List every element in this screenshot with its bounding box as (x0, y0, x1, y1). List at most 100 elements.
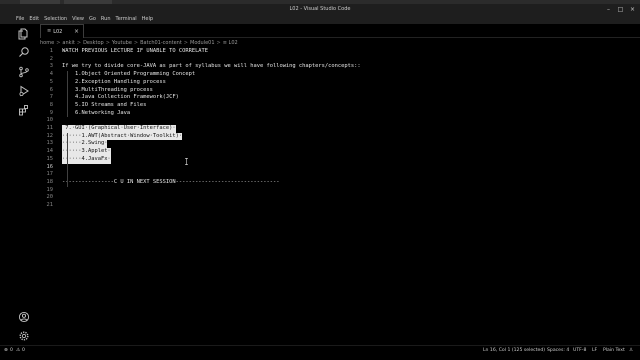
files-icon[interactable] (18, 28, 30, 40)
code-line[interactable]: 15 ······4.JavaFx· (40, 155, 640, 164)
window-title: L02 - Visual Studio Code (289, 6, 351, 12)
editor-area: ≡ L02 × home > ankit > Desktop > Youtube… (40, 24, 640, 345)
line-text: 2.Exception Handling process (62, 78, 166, 85)
line-number: 7 (49, 94, 53, 101)
line-number: 10 (46, 117, 54, 124)
breadcrumb-item[interactable]: Module01 (190, 39, 215, 47)
line-text: 1.Object Oriented Programming Concept (62, 71, 196, 78)
line-number: 11 (46, 125, 54, 131)
line-number: 1 (49, 48, 53, 54)
breadcrumb-item[interactable]: Desktop (83, 39, 104, 47)
line-text: 6.Networking Java (62, 109, 131, 116)
code-line[interactable]: 11 7.·GUI·(Graphical·User·Interface)· (40, 125, 640, 133)
line-number: 13 (46, 140, 54, 147)
breadcrumb-item[interactable]: Youtube (112, 39, 132, 47)
menu-edit[interactable]: Edit (29, 15, 39, 24)
activity-bar (0, 24, 40, 345)
breadcrumb-separator: > (76, 40, 82, 46)
minimize-icon[interactable]: – (605, 6, 612, 13)
line-text: WATCH PREVIOUS LECTURE IF UNABLE TO CORR… (62, 48, 209, 54)
line-text: ······3.Applet· (62, 148, 111, 156)
line-number: 2 (49, 55, 53, 62)
code-line[interactable]: 3 If we try to divide core-JAVA as part o… (40, 63, 640, 71)
line-number: 6 (49, 86, 53, 93)
close-window-icon[interactable]: × (629, 6, 636, 13)
code-line[interactable]: 2 (40, 56, 640, 64)
code-line[interactable]: 16 (40, 164, 640, 172)
status-bar: ⊗ 0 ⚠ 0 Ln 16, Col 1 (125 selected) Spac… (0, 345, 640, 354)
code-line[interactable]: 9 6.Networking Java (40, 110, 640, 118)
line-text: 7.·GUI·(Graphical·User·Interface)· (62, 125, 176, 133)
os-bottom-strip (0, 354, 640, 360)
indent-guide (66, 132, 68, 187)
title-bar: L02 - Visual Studio Code – □ × (0, 4, 640, 15)
account-icon[interactable] (18, 311, 30, 323)
code-line[interactable]: 17 (40, 171, 640, 179)
tab-label: L02 (53, 28, 63, 35)
tab-l02[interactable]: ≡ L02 × (40, 24, 84, 38)
line-number: 12 (46, 132, 54, 139)
menu-selection[interactable]: Selection (44, 15, 67, 24)
code-line[interactable]: 7 4.Java Collection Framework(JCF) (40, 94, 640, 102)
code-line[interactable]: 21 (40, 202, 640, 210)
extensions-icon[interactable] (18, 104, 30, 116)
line-text: 5.IO Streams and Files (62, 101, 147, 108)
editor-tabs: ≡ L02 × (40, 24, 640, 38)
line-text: ······4.JavaFx· (62, 155, 111, 164)
menu-terminal[interactable]: Terminal (116, 15, 137, 24)
breadcrumb-item[interactable]: ≡ L02 (223, 39, 238, 47)
settings-gear-icon[interactable] (18, 330, 30, 342)
code-line[interactable]: 18 ----------------C U IN NEXT SESSION---… (40, 179, 640, 187)
line-text: If we try to divide core-JAVA as part of… (62, 63, 361, 70)
text-cursor-icon (185, 158, 188, 165)
menu-run[interactable]: Run (101, 15, 111, 24)
line-number: 17 (46, 171, 54, 178)
breadcrumb-item[interactable]: home (40, 39, 54, 47)
line-number: 15 (46, 155, 54, 162)
code-line[interactable]: 4 1.Object Oriented Programming Concept (40, 71, 640, 79)
line-text: ······1.AWT(Abstract·Window·Toolkit)· (62, 132, 183, 141)
text-file-icon: ≡ (47, 28, 52, 34)
code-line[interactable]: 12 ······1.AWT(Abstract·Window·Toolkit)· (40, 132, 640, 141)
code-line[interactable]: 6 3.MultiThreading process (40, 87, 640, 95)
run-debug-icon[interactable] (18, 85, 30, 97)
breadcrumb-separator: > (133, 40, 139, 46)
code-line[interactable]: 10 (40, 117, 640, 125)
line-number: 20 (46, 194, 54, 201)
menu-view[interactable]: View (72, 15, 84, 24)
menu-go[interactable]: Go (89, 15, 96, 24)
code-line[interactable]: 1 WATCH PREVIOUS LECTURE IF UNABLE TO COR… (40, 48, 640, 56)
breadcrumb: home > ankit > Desktop > Youtube > Batch… (40, 39, 640, 47)
search-icon[interactable] (18, 46, 30, 58)
breadcrumb-separator: > (105, 40, 110, 46)
source-control-icon[interactable] (18, 66, 30, 78)
line-number: 4 (49, 71, 53, 78)
line-text: 4.Java Collection Framework(JCF) (62, 94, 179, 101)
code-line[interactable]: 8 5.IO Streams and Files (40, 102, 640, 110)
menu-help[interactable]: Help (142, 15, 153, 24)
code-editor[interactable]: 1 WATCH PREVIOUS LECTURE IF UNABLE TO COR… (40, 48, 640, 345)
line-text: ······2.Swing· (62, 140, 108, 149)
breadcrumb-separator: > (56, 40, 61, 46)
breadcrumb-item[interactable]: ankit (62, 39, 74, 47)
line-number: 19 (46, 186, 54, 193)
code-line[interactable]: 19 (40, 187, 640, 195)
line-number: 18 (46, 178, 54, 185)
line-number: 16 (46, 163, 54, 170)
line-number: 14 (46, 148, 54, 155)
indent-guide (66, 71, 68, 118)
line-number: 9 (49, 109, 53, 116)
line-text: 3.MultiThreading process (62, 86, 153, 93)
menu-file[interactable]: File (16, 15, 24, 24)
close-icon[interactable]: × (74, 28, 79, 35)
menu-bar: File Edit Selection View Go Run Terminal… (0, 15, 640, 24)
line-number: 8 (49, 101, 53, 108)
breadcrumb-separator: > (183, 40, 188, 46)
code-line[interactable]: 13 ······2.Swing· (40, 140, 640, 149)
breadcrumb-item[interactable]: Batch01-content (140, 39, 182, 47)
maximize-icon[interactable]: □ (617, 6, 624, 13)
code-line[interactable]: 5 2.Exception Handling process (40, 79, 640, 87)
code-line[interactable]: 14 ······3.Applet· (40, 148, 640, 156)
code-line[interactable]: 20 (40, 194, 640, 202)
line-number: 5 (49, 78, 53, 85)
